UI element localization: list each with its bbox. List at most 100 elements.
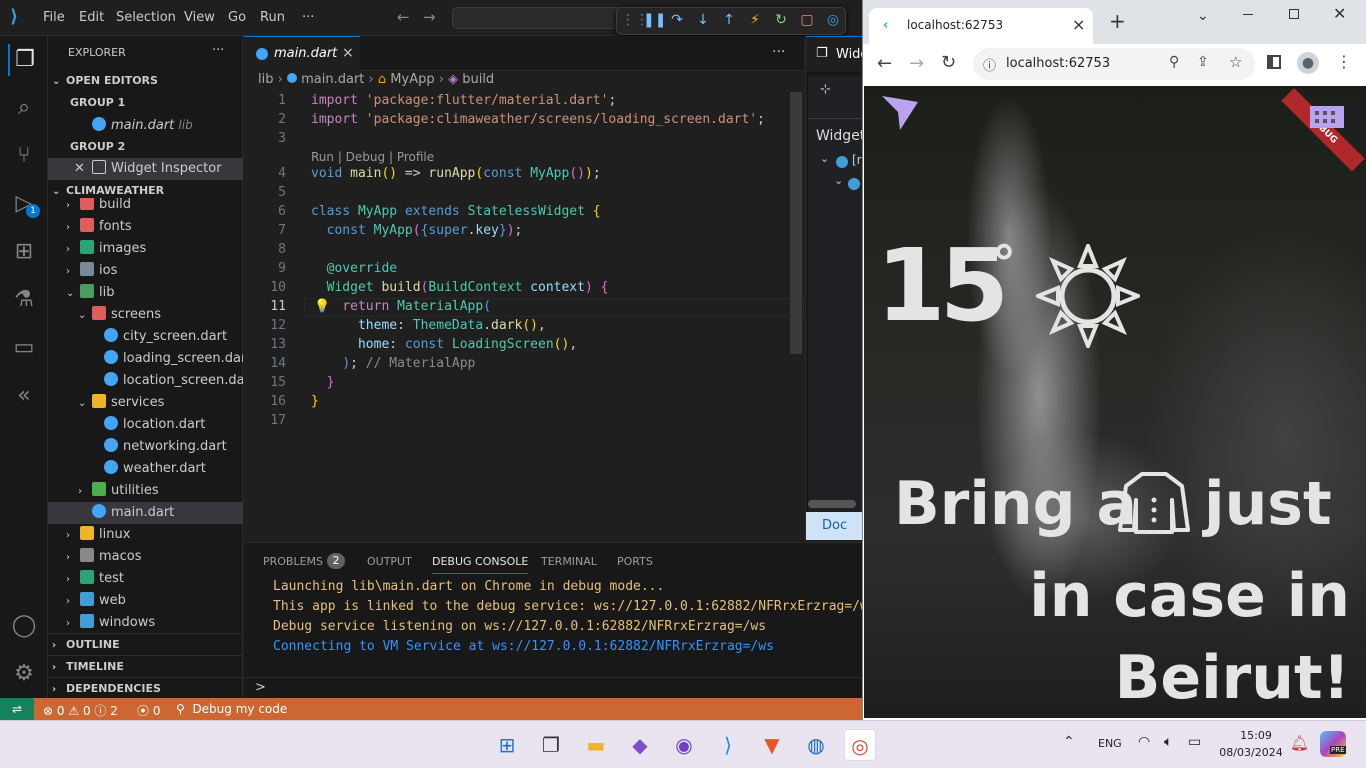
file-explorer-icon[interactable]: ▬ — [580, 729, 612, 761]
select-widget-icon[interactable]: ⊹ — [820, 82, 831, 97]
hot-reload-icon[interactable]: ⚡ — [745, 12, 765, 30]
location-arrow-icon[interactable] — [878, 92, 920, 132]
remote-indicator-icon[interactable]: ⇌ — [0, 698, 34, 720]
debug-status[interactable]: ⚲ Debug my code — [176, 702, 287, 716]
side-panel-icon[interactable] — [1267, 55, 1281, 69]
clock-date[interactable]: 08/03/2024 — [1218, 746, 1284, 759]
chevron-down-icon[interactable]: ⌄ — [834, 174, 843, 187]
tree-item[interactable]: › utilities — [48, 480, 243, 502]
back-icon[interactable]: ← — [877, 53, 892, 74]
obsidian-icon[interactable]: ◆ — [624, 729, 656, 761]
ports-status[interactable]: ⦿ 0 — [137, 702, 160, 719]
tree-item[interactable]: ⌄ screens — [48, 304, 243, 326]
battery-icon[interactable]: ▭ — [1188, 734, 1201, 750]
breadcrumb-method[interactable]: build — [462, 72, 494, 87]
menu-go[interactable]: Go — [228, 10, 246, 25]
menu-run[interactable]: Run — [260, 10, 285, 25]
github-desktop-icon[interactable]: ◉ — [668, 729, 700, 761]
console-input[interactable]: > — [244, 677, 862, 699]
back-arrow-icon[interactable]: ← — [397, 8, 410, 26]
bookmark-star-icon[interactable]: ☆ — [1229, 53, 1242, 71]
documentation-button[interactable]: Doc — [806, 512, 862, 540]
browser-tab-close-icon[interactable]: × — [1072, 15, 1085, 34]
tree-item[interactable]: › build — [48, 198, 243, 216]
vscode-taskbar-icon[interactable]: ⟩ — [712, 729, 744, 761]
tab-main-dart[interactable]: main.dart × — [244, 36, 360, 71]
brave-icon[interactable]: ▼ — [756, 729, 788, 761]
share-icon[interactable]: ⇪ — [1197, 54, 1209, 70]
tree-item[interactable]: location.dart — [48, 414, 243, 436]
tree-item[interactable]: weather.dart — [48, 458, 243, 480]
tab-search-chevron-icon[interactable]: ⌄ — [1197, 8, 1209, 24]
forward-arrow-icon[interactable]: → — [423, 8, 436, 26]
breadcrumb-class[interactable]: MyApp — [390, 72, 434, 87]
menu-selection[interactable]: Selection — [116, 10, 176, 25]
window-close-icon[interactable]: ✕ — [1333, 4, 1346, 23]
step-out-icon[interactable]: ↑ — [719, 12, 739, 30]
open-editors-section[interactable]: ⌄ OPEN EDITORS — [48, 70, 243, 92]
horizontal-scrollbar[interactable] — [808, 500, 856, 508]
tree-item[interactable]: › ios — [48, 260, 243, 282]
account-icon[interactable]: ◯ — [8, 610, 40, 642]
code-editor[interactable]: 1 2 3 4 5 6 7 8 9 10 11 12 13 14 15 16 17 import 'packag… — [244, 92, 804, 540]
step-over-icon[interactable]: ↷ — [667, 12, 687, 30]
tree-item[interactable]: networking.dart — [48, 436, 243, 458]
tree-item[interactable]: ⌄ lib — [48, 282, 243, 304]
language-indicator[interactable]: ENG — [1098, 737, 1122, 750]
explorer-icon[interactable]: ❐ — [8, 44, 40, 76]
tree-item[interactable]: › macos — [48, 546, 243, 568]
timeline-section[interactable]: › TIMELINE — [48, 655, 243, 677]
forward-icon[interactable]: → — [909, 53, 924, 74]
address-bar[interactable]: ⓘ localhost:62753 ⚲ ⇪ ☆ — [973, 48, 1255, 80]
remote-explorer-icon[interactable]: ▭ — [8, 332, 40, 364]
profile-avatar-icon[interactable]: ● — [1297, 52, 1319, 74]
editor-scrollbar[interactable] — [790, 92, 802, 354]
breadcrumb-lib[interactable]: lib — [258, 72, 273, 87]
tree-item[interactable]: loading_screen.dart — [48, 348, 243, 370]
explorer-more-icon[interactable]: ··· — [212, 40, 232, 62]
notification-bell-icon[interactable]: 🔔︎ — [1290, 734, 1309, 752]
tree-item[interactable]: › windows — [48, 612, 243, 634]
site-info-icon[interactable]: ⓘ — [983, 55, 996, 74]
pause-icon[interactable]: ❚❚ — [643, 12, 666, 30]
editor-more-icon[interactable]: ··· — [772, 44, 785, 60]
problems-status[interactable]: ⊗ 0 ⚠ 0 ⓘ 2 — [43, 702, 118, 719]
tab-close-icon[interactable]: × — [342, 45, 354, 61]
tree-item[interactable]: city_screen.dart — [48, 326, 243, 348]
chevron-down-icon[interactable]: ⌄ — [820, 152, 829, 165]
source-control-icon[interactable]: ⑂ — [8, 140, 40, 172]
reload-icon[interactable]: ↻ — [941, 52, 956, 73]
maximize-icon[interactable] — [1289, 9, 1299, 19]
menu-view[interactable]: View — [184, 10, 215, 25]
tree-item[interactable]: location_screen.dart — [48, 370, 243, 392]
outline-section[interactable]: › OUTLINE — [48, 633, 243, 655]
new-tab-icon[interactable]: + — [1109, 11, 1126, 31]
open-editor-widget-inspector[interactable]: ✕ Widget Inspector — [48, 158, 243, 180]
command-center[interactable] — [452, 7, 622, 29]
step-into-icon[interactable]: ↓ — [693, 12, 713, 30]
minimize-icon[interactable] — [1243, 14, 1253, 15]
menu-file[interactable]: File — [43, 10, 65, 25]
flutter-icon[interactable]: « — [8, 380, 40, 412]
firefox-icon[interactable]: ◍ — [800, 729, 832, 761]
dependencies-section[interactable]: › DEPENDENCIES — [48, 677, 243, 699]
menu-edit[interactable]: Edit — [79, 10, 104, 25]
tree-item[interactable]: main.dart — [48, 502, 243, 524]
tree-item[interactable]: › images — [48, 238, 243, 260]
show-hidden-icons-chevron[interactable]: ⌃ — [1063, 734, 1075, 750]
volume-icon[interactable]: 🔈︎ — [1164, 734, 1172, 750]
chrome-menu-icon[interactable]: ⋮ — [1336, 52, 1352, 71]
testing-icon[interactable]: ⚗ — [8, 284, 40, 316]
location-pin-icon[interactable]: ⚲ — [1169, 54, 1179, 70]
city-icon[interactable] — [1308, 98, 1346, 130]
browser-tab[interactable]: ‹ localhost:62753 × — [869, 8, 1093, 44]
clock-time[interactable]: 15:09 — [1226, 729, 1286, 742]
tree-item[interactable]: › test — [48, 568, 243, 590]
stop-icon[interactable]: ▢ — [797, 12, 817, 30]
settings-gear-icon[interactable]: ⚙ — [8, 658, 40, 690]
start-menu-icon[interactable]: ⊞ — [491, 729, 523, 761]
chrome-taskbar-icon[interactable]: ◎ — [844, 729, 876, 761]
codelens[interactable]: Run | Debug | Profile — [311, 150, 434, 164]
tree-item[interactable]: › web — [48, 590, 243, 612]
inspect-widget-icon[interactable]: ◎ — [823, 12, 843, 30]
